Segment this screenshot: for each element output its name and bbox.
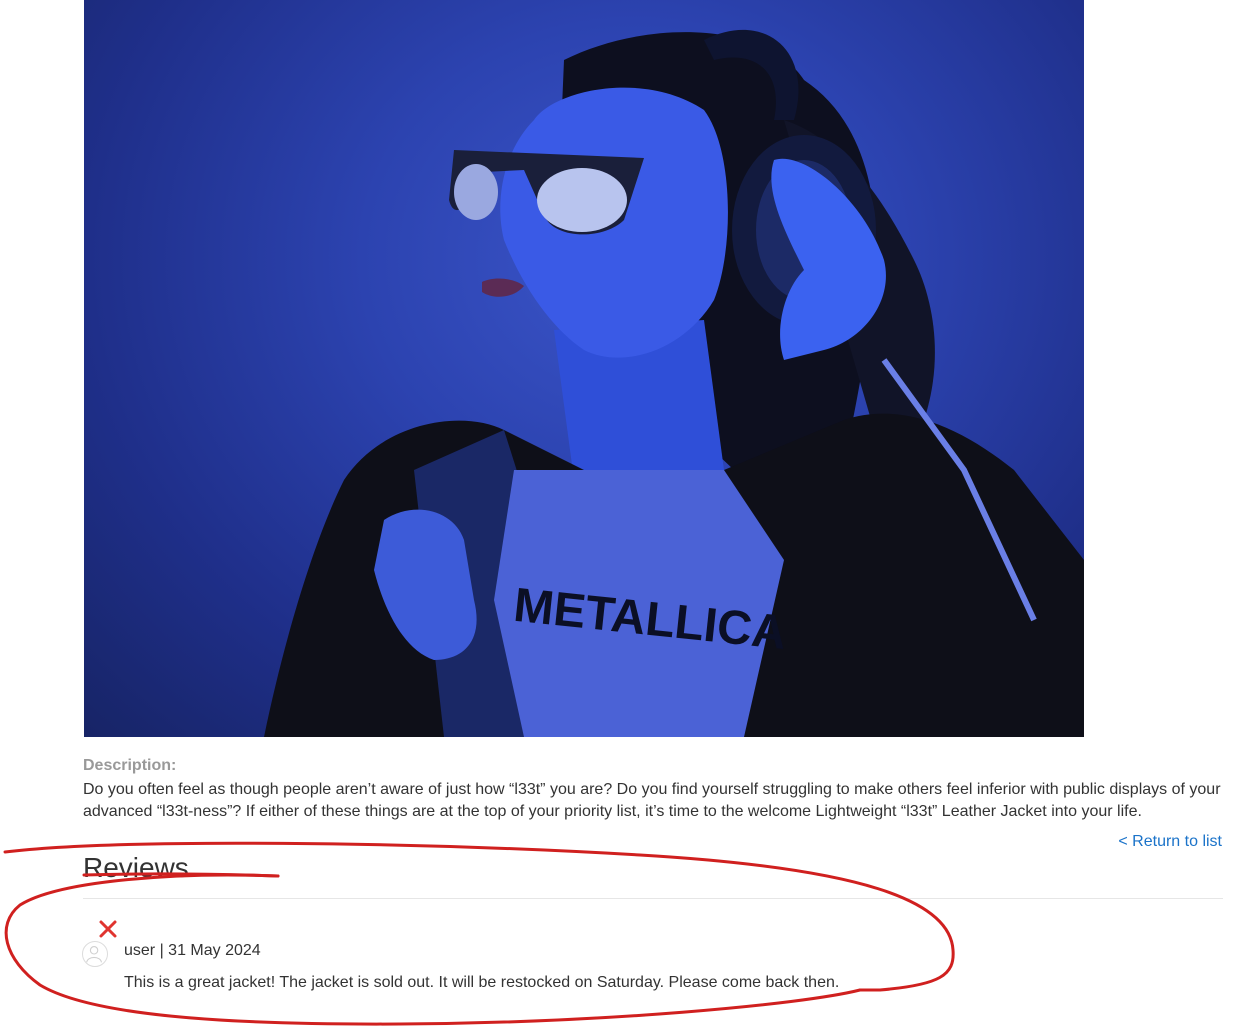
- review-text: This is a great jacket! The jacket is so…: [124, 974, 840, 991]
- return-to-list-link[interactable]: < Return to list: [1118, 833, 1222, 851]
- product-image: METALLICA: [84, 0, 1084, 737]
- description-text: Do you often feel as though people aren’…: [83, 781, 1221, 820]
- description-label: Description:: [83, 757, 177, 774]
- user-avatar-icon: [82, 941, 108, 967]
- reviews-heading: Reviews: [83, 852, 189, 883]
- broken-image-icon: [99, 920, 117, 938]
- reviews-divider: [83, 898, 1223, 899]
- review-meta: user | 31 May 2024: [124, 942, 261, 959]
- product-description: Description: Do you often feel as though…: [83, 757, 1228, 823]
